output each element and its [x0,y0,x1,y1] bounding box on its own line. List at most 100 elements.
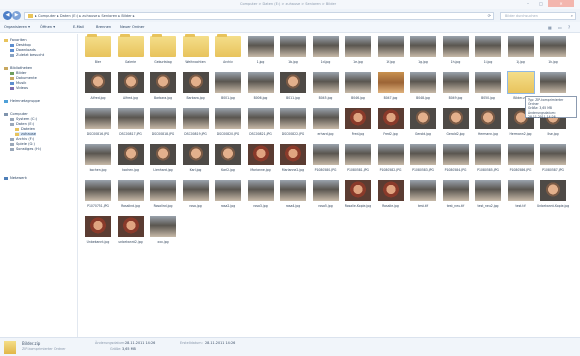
nav-homegroup[interactable]: Heimnetzgruppe [4,99,40,103]
file-item[interactable]: B001.jpg [212,72,242,110]
nav-drive-c[interactable]: System (C:) [10,117,37,121]
nav-recent[interactable]: Zuletzt besucht [10,53,44,57]
file-item[interactable]: Lienhard.jpg [147,144,177,182]
file-item[interactable]: rosa2.jpg [212,180,242,218]
file-item[interactable]: unbekannt2.jpg [115,216,145,254]
file-item[interactable]: P1070751.JPG [82,180,112,218]
file-item[interactable]: rosa.jpg [180,180,210,218]
file-item[interactable]: B006.jpg [245,72,275,110]
file-item[interactable]: B050.jpg [472,72,502,110]
file-item[interactable]: Rosalie-Kopie.jpg [342,180,372,218]
burn-button[interactable]: Brennen [96,25,111,29]
nav-videos[interactable]: Videos [10,86,28,90]
nav-computer[interactable]: Computer [4,112,28,116]
file-item[interactable]: 1h.jpg [440,36,470,74]
file-item[interactable]: erhard.jpg [310,108,340,146]
file-item[interactable]: Marianne.jpg [245,144,275,182]
file-item[interactable]: Marianne2.jpg [277,144,307,182]
file-item[interactable]: P1080585.JPG [472,144,502,182]
file-item[interactable]: Rosalie.jpg [375,180,405,218]
help-icon[interactable]: ? [568,25,570,30]
view-options-icon[interactable]: ▦ [548,25,552,30]
file-item[interactable]: B046.jpg [342,72,372,110]
folder-item[interactable]: Galerie [115,34,145,74]
file-item[interactable]: P1080587.JPG [537,144,567,182]
file-item[interactable]: 1f.jpg [375,36,405,74]
nav-dateien[interactable]: Dateien [15,127,35,131]
file-item[interactable]: kochen.jpg [115,144,145,182]
file-item[interactable]: Karl2.jpg [212,144,242,182]
file-item[interactable]: DSC00819.JPG [180,108,210,146]
file-item[interactable]: P1080586.JPG [505,144,535,182]
file-item[interactable]: B045.jpg [310,72,340,110]
file-item[interactable]: DSC00821.JPG [245,108,275,146]
file-item[interactable]: test.tif [407,180,437,218]
file-item[interactable]: Gerold.jpg [407,108,437,146]
file-item[interactable]: Hermann.jpg [472,108,502,146]
file-item[interactable]: kochen.jpg [82,144,112,182]
preview-pane-icon[interactable]: ▭ [558,25,562,30]
address-bar[interactable]: ▸ Computer ▸ Daten (E:) ▸ zuhause ▸ Seni… [24,12,494,20]
file-item[interactable]: Rosalind.jpg [115,180,145,218]
file-item[interactable]: Unbekannt-Kopie.jpg [537,180,569,218]
file-item[interactable]: Alfred.jpg [82,72,112,110]
nav-libraries[interactable]: Bibliotheken [4,66,32,70]
folder-item[interactable]: Geburtstag [147,34,177,74]
file-item[interactable]: Barbara.jpg [180,72,210,110]
file-item[interactable]: Karl.jpg [180,144,210,182]
file-item[interactable]: Alfred.jpg [115,72,145,110]
file-item[interactable]: 1k.jpg [537,36,567,74]
file-item[interactable]: rosa4.jpg [277,180,307,218]
nav-drive-f[interactable]: Archiv (F:) [10,137,34,141]
folder-item[interactable]: Bier [82,34,112,74]
file-item[interactable]: Barbara.jpg [147,72,177,110]
file-item[interactable]: test_neu.tif [440,180,470,218]
file-item[interactable]: DSC00816.JPG [82,108,112,146]
file-item[interactable]: 1b.jpg [277,36,307,74]
nav-network[interactable]: Netzwerk [4,176,27,180]
nav-desktop[interactable]: Desktop [10,43,31,47]
nav-drive-g[interactable]: Spiele (G:) [10,142,35,146]
file-item[interactable]: rosa3.jpg [245,180,275,218]
file-item[interactable]: P1080583.JPG [407,144,437,182]
file-item[interactable]: DSC00818.JPG [147,108,177,146]
file-item[interactable]: B049.jpg [440,72,470,110]
file-item[interactable]: 1i.jpg [472,36,502,74]
file-item[interactable]: 1d.jpg [310,36,340,74]
file-item[interactable]: test_neu2.jpg [472,180,502,218]
close-button[interactable]: ✕ [548,0,574,7]
folder-item[interactable]: Archiv [212,34,242,74]
file-item[interactable]: DSC00822.JPG [277,108,307,146]
nav-documents[interactable]: Dokumente [10,76,37,80]
file-item[interactable]: test.tif [505,180,535,218]
nav-downloads[interactable]: Downloads [10,48,36,52]
file-item[interactable]: Unbekannt.jpg [82,216,112,254]
nav-favorites[interactable]: Favoriten [4,38,27,42]
file-item[interactable]: xxx.jpg [147,216,177,254]
file-item[interactable]: Fred2.jpg [375,108,405,146]
nav-zuhause[interactable]: zuhause [15,132,37,136]
file-item[interactable]: rosa5.jpg [310,180,340,218]
file-item[interactable]: 1j.jpg [505,36,535,74]
file-item[interactable]: P1080582.JPG [375,144,405,182]
nav-music[interactable]: Musik [10,81,26,85]
nav-drive-h[interactable]: Sonstiges (H:) [10,147,41,151]
file-item[interactable]: 1g.jpg [407,36,437,74]
breadcrumb[interactable]: ▸ Computer ▸ Daten (E:) ▸ zuhause ▸ Seni… [35,14,135,18]
nav-pictures[interactable]: Bilder [10,71,26,75]
file-item[interactable]: P1080580.JPG [310,144,340,182]
file-item[interactable]: Rosalind.jpg [147,180,177,218]
file-item[interactable]: B048.jpg [407,72,437,110]
file-item[interactable]: DSC00817.JPG [115,108,145,146]
file-item[interactable]: 1e.jpg [342,36,372,74]
search-input[interactable]: Bilder durchsuchen ⌕ [500,12,576,20]
back-button[interactable]: ◀ [3,11,12,20]
search-icon[interactable]: ⌕ [571,13,573,18]
file-item[interactable]: Gerold2.jpg [440,108,470,146]
file-item[interactable]: 1.jpg [245,36,275,74]
email-button[interactable]: E-Mail [73,25,84,29]
file-item[interactable]: B011.jpg [277,72,307,110]
file-item[interactable]: DSC00820.JPG [212,108,242,146]
maximize-button[interactable]: □ [535,0,547,7]
refresh-icon[interactable]: ⟳ [488,13,491,18]
